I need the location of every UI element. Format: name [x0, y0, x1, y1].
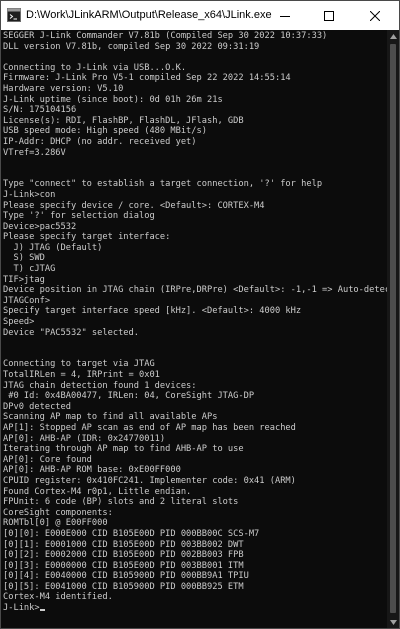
- console-line: USB speed mode: High speed (480 MBit/s): [3, 126, 207, 137]
- scroll-up-button[interactable]: [387, 30, 399, 42]
- console-app-icon: [7, 8, 21, 22]
- scroll-down-arrow-icon: [389, 619, 397, 625]
- console-line: Firmware: J-Link Pro V5-1 compiled Sep 2…: [3, 73, 291, 84]
- console-line: Connecting to target via JTAG: [3, 359, 155, 370]
- console-line: Speed>: [3, 317, 35, 328]
- vertical-scrollbar[interactable]: [387, 30, 399, 628]
- console-line: AP[0]: AHB-AP (IDR: 0x24770011): [3, 433, 166, 444]
- console-line: Hardware version: V5.10: [3, 83, 124, 94]
- console-line: Device>pac5532: [3, 221, 77, 232]
- console-line: J) JTAG (Default): [3, 242, 103, 253]
- console-line: TIF>jtag: [3, 274, 45, 285]
- console-line: Connecting to J-Link via USB...O.K.: [3, 62, 187, 73]
- scroll-up-arrow-icon: [389, 33, 397, 39]
- console-line: JTAGConf>: [3, 295, 51, 306]
- console-line: T) cJTAG: [3, 264, 56, 275]
- console-line: #0 Id: 0x4BA00477, IRLen: 04, CoreSight …: [3, 391, 255, 402]
- title-bar[interactable]: D:\Work\JLinkARM\Output\Release_x64\JLin…: [1, 1, 399, 30]
- console-line: Please specify target interface:: [3, 232, 171, 243]
- console-line: AP[0]: AHB-AP ROM base: 0xE00FF000: [3, 465, 181, 476]
- console-line: [0][1]: E0001000 CID B105E00D PID 003BB0…: [3, 539, 244, 550]
- close-button[interactable]: [351, 1, 399, 30]
- console-line: VTref=3.286V: [3, 147, 66, 158]
- maximize-button[interactable]: [307, 1, 351, 30]
- console-line: CPUID register: 0x410FC241. Implementer …: [3, 475, 296, 486]
- console-line: [0][5]: E0041000 CID B105900D PID 000BB9…: [3, 581, 244, 592]
- console-line: JTAG chain detection found 1 devices:: [3, 380, 197, 391]
- console-line: FPUnit: 6 code (BP) slots and 2 literal …: [3, 497, 239, 508]
- console-line: [0][2]: E0002000 CID B105E00D PID 002BB0…: [3, 550, 244, 561]
- console-line: [0][0]: E000E000 CID B105E00D PID 000BB0…: [3, 528, 260, 539]
- close-icon: [370, 10, 380, 21]
- console-line: S) SWD: [3, 253, 45, 264]
- minimize-button[interactable]: [263, 1, 307, 30]
- minimize-icon: [280, 15, 290, 17]
- console-line: CoreSight components:: [3, 507, 113, 518]
- console-prompt: J-Link>: [3, 603, 40, 614]
- console-line: AP[0]: Core found: [3, 454, 92, 465]
- console-line: Device position in JTAG chain (IRPre,DRP…: [3, 285, 387, 296]
- console-line: Type '?' for selection dialog: [3, 211, 155, 222]
- console-text: SEGGER J-Link Commander V7.81b (Compiled…: [3, 31, 387, 614]
- console-line: [0][3]: E0000000 CID B105E00D PID 003BB0…: [3, 560, 244, 571]
- console-line: SEGGER J-Link Commander V7.81b (Compiled…: [3, 31, 328, 41]
- console-line: License(s): RDI, FlashBP, FlashDL, JFlas…: [3, 115, 244, 126]
- console-line: S/N: 175104156: [3, 105, 77, 116]
- console-window: D:\Work\JLinkARM\Output\Release_x64\JLin…: [0, 0, 400, 629]
- console-line: Specify target interface speed [kHz]. <D…: [3, 306, 302, 317]
- console-line: Iterating through AP map to find AHB-AP …: [3, 444, 244, 455]
- console-output-area[interactable]: SEGGER J-Link Commander V7.81b (Compiled…: [1, 30, 387, 628]
- console-line: Found Cortex-M4 r0p1, Little endian.: [3, 486, 192, 497]
- window-title: D:\Work\JLinkARM\Output\Release_x64\JLin…: [26, 9, 272, 21]
- scrollbar-thumb[interactable]: [390, 44, 396, 613]
- console-line: TotalIRLen = 4, IRPrint = 0x01: [3, 370, 160, 380]
- console-line: Cortex-M4 identified.: [3, 592, 113, 603]
- text-cursor: [39, 609, 45, 612]
- console-line: DPv0 detected: [3, 401, 71, 412]
- console-line: IP-Addr: DHCP (no addr. received yet): [3, 136, 197, 147]
- maximize-icon: [324, 10, 334, 21]
- console-line: J-Link uptime (since boot): 0d 01h 26m 2…: [3, 94, 223, 105]
- console-line: Scanning AP map to find all available AP…: [3, 412, 218, 423]
- console-line: Please specify device / core. <Default>:…: [3, 200, 265, 211]
- console-line: Type "connect" to establish a target con…: [3, 179, 323, 190]
- console-line: ROMTbl[0] @ E00FF000: [3, 518, 108, 529]
- console-line: AP[1]: Stopped AP scan as end of AP map …: [3, 422, 296, 433]
- scroll-down-button[interactable]: [387, 616, 399, 628]
- console-line: DLL version V7.81b, compiled Sep 30 2022…: [3, 41, 260, 52]
- console-line: [0][4]: E0040000 CID B105900D PID 000BB9…: [3, 571, 249, 582]
- console-line: J-Link>con: [3, 189, 56, 200]
- console-prompt-line[interactable]: J-Link>: [3, 603, 387, 614]
- console-line: Device "PAC5532" selected.: [3, 327, 139, 338]
